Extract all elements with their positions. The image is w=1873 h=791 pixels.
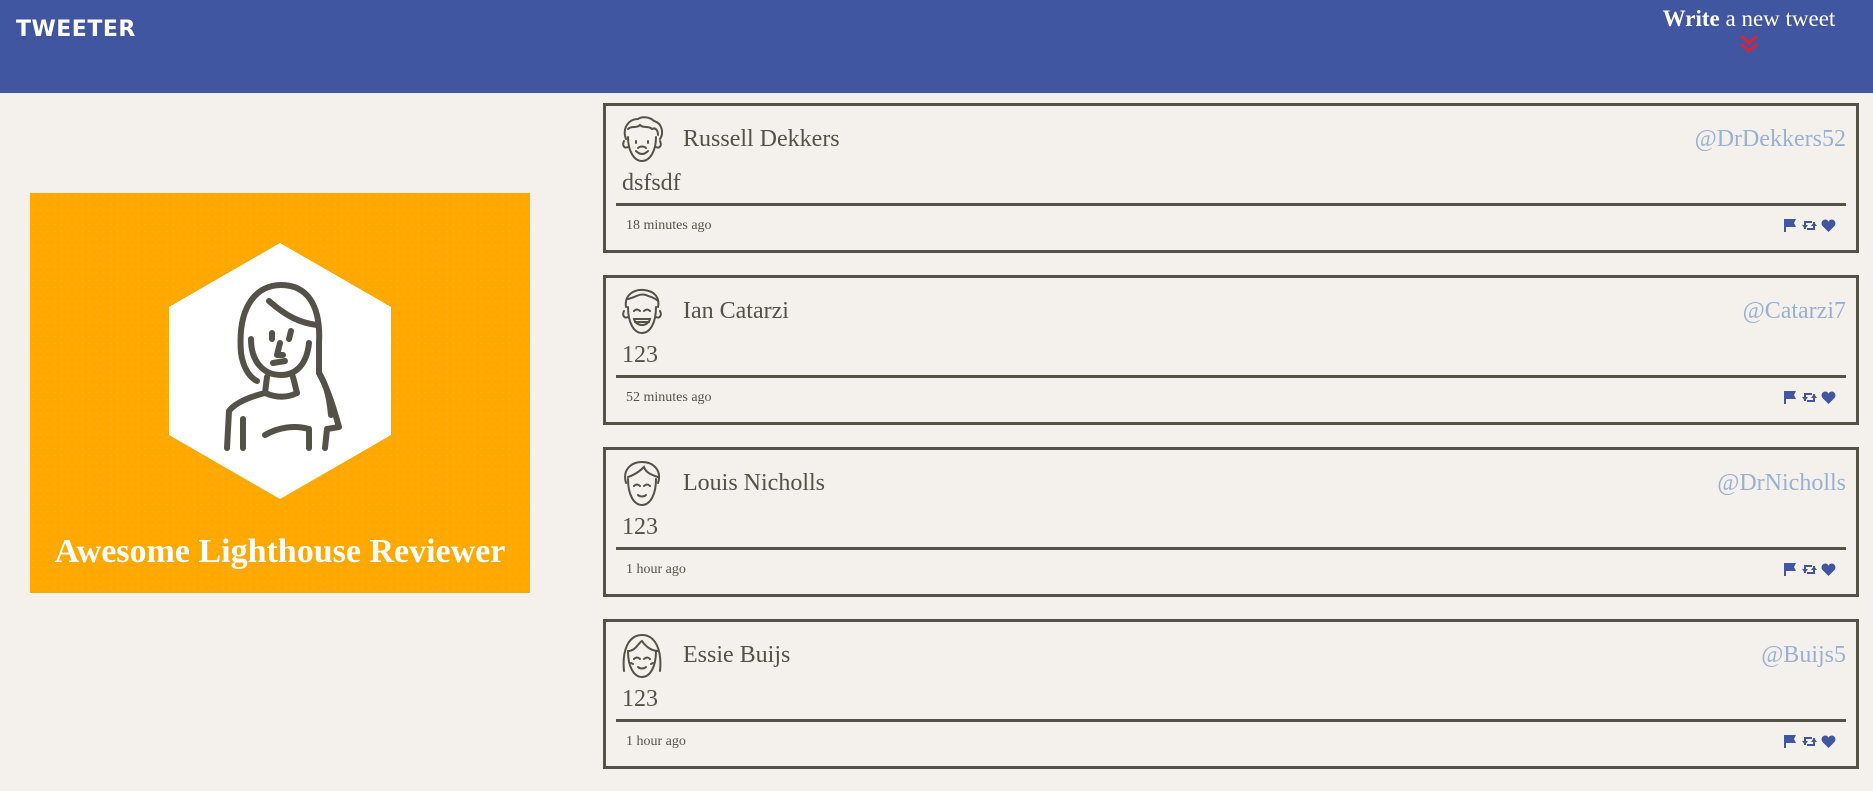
tweet-actions [1783,218,1836,233]
tweet-card: Russell Dekkers @DrDekkers52 dsfsdf 18 m… [603,103,1859,253]
tweet-content: dsfsdf [622,170,681,196]
heart-icon[interactable] [1821,218,1836,233]
profile-name: Awesome Lighthouse Reviewer [54,533,506,570]
tweet-author-name: Russell Dekkers [683,126,840,152]
retweet-icon[interactable] [1802,390,1817,405]
tweet-divider [616,375,1846,378]
double-chevron-down-icon[interactable] [1738,34,1760,54]
flag-icon[interactable] [1783,562,1798,577]
top-nav: TWEETER Write a new tweet [0,0,1873,93]
tweet-actions [1783,562,1836,577]
tweet-author-handle[interactable]: @DrNicholls [1717,470,1846,497]
heart-icon[interactable] [1821,734,1836,749]
tweet-divider [616,719,1846,722]
tweet-feed: Russell Dekkers @DrDekkers52 dsfsdf 18 m… [603,103,1859,791]
tweet-content: 123 [622,514,658,540]
man-avatar-icon [624,460,660,507]
tweet-content: 123 [622,342,658,368]
retweet-icon[interactable] [1802,562,1817,577]
tweet-content: 123 [622,686,658,712]
retweet-icon[interactable] [1802,218,1817,233]
tweet-timestamp: 52 minutes ago [626,390,712,405]
woman-bangs-avatar-icon [622,633,662,679]
tweet-card: Essie Buijs @Buijs5 123 1 hour ago [603,619,1859,769]
flag-icon[interactable] [1783,390,1798,405]
compose-label-bold: Write [1662,6,1720,31]
tweet-author-handle[interactable]: @Buijs5 [1761,642,1846,669]
tweet-timestamp: 18 minutes ago [626,218,712,233]
tweet-divider [616,203,1846,206]
tweet-author-name: Essie Buijs [683,642,791,668]
tweet-author-handle[interactable]: @DrDekkers52 [1695,126,1846,153]
curly-hair-avatar-icon [622,116,663,163]
retweet-icon[interactable] [1802,734,1817,749]
heart-icon[interactable] [1821,562,1836,577]
smiling-man-avatar-icon [622,288,662,335]
profile-card: Awesome Lighthouse Reviewer [30,193,530,593]
brand-logo[interactable]: TWEETER [16,17,136,42]
tweet-actions [1783,734,1836,749]
heart-icon[interactable] [1821,390,1836,405]
write-tweet-button[interactable]: Write a new tweet [1654,6,1844,54]
tweet-author-name: Louis Nicholls [683,470,825,496]
tweet-timestamp: 1 hour ago [626,734,686,749]
tweet-timestamp: 1 hour ago [626,562,686,577]
tweet-actions [1783,390,1836,405]
tweet-card: Louis Nicholls @DrNicholls 123 1 hour ag… [603,447,1859,597]
flag-icon[interactable] [1783,218,1798,233]
tweet-divider [616,547,1846,550]
tweet-author-handle[interactable]: @Catarzi7 [1743,298,1846,325]
woman-avatar-icon [169,243,391,499]
tweet-card: Ian Catarzi @Catarzi7 123 52 minutes ago [603,275,1859,425]
compose-label: a new tweet [1719,6,1836,31]
tweet-author-name: Ian Catarzi [683,298,789,324]
flag-icon[interactable] [1783,734,1798,749]
